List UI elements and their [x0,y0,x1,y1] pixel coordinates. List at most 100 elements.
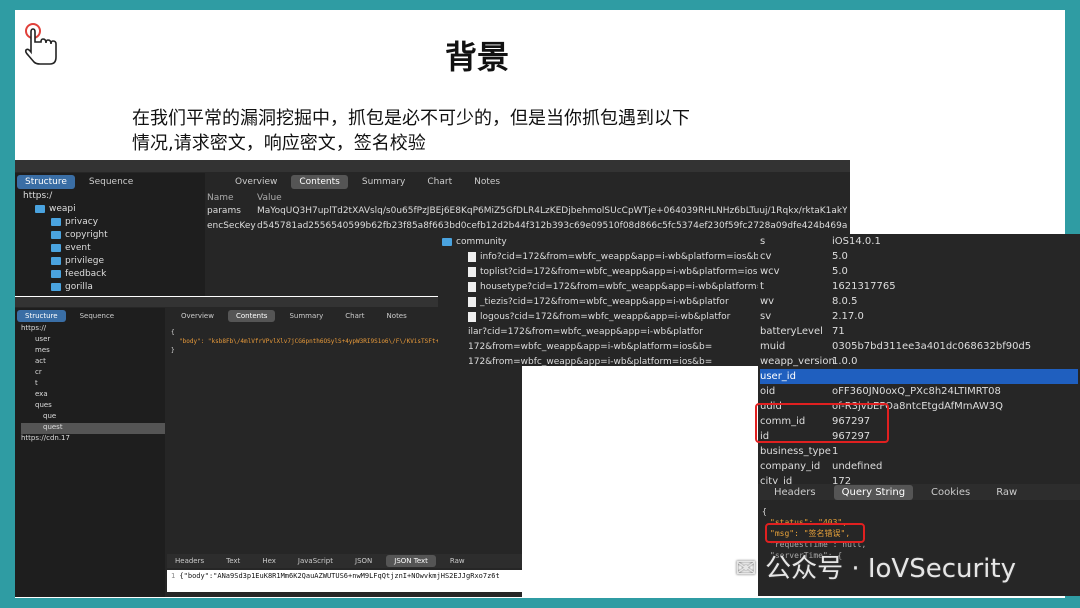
col-value-header: Value [257,193,282,203]
table-row[interactable]: muid 0305b7bd311ee3a401dc068632bf90d5 [760,339,1078,354]
highlight-box-msg [765,523,865,543]
toolbar [15,160,850,172]
table-row[interactable]: batteryLevel 71 [760,324,1078,339]
list-item[interactable]: _tiezis?cid=172&from=wbfc_weapp&app=i-wb… [468,295,793,310]
tree-item[interactable]: privilege [23,256,205,269]
tab-chart[interactable]: Chart [419,175,460,189]
tab-overview[interactable]: Overview [227,175,285,189]
table-row[interactable]: weapp_version 1.0.0 [760,354,1078,369]
bottom-tabbar: Headers Text Hex JavaScript JSON JSON Te… [167,554,522,568]
table-row[interactable]: t 1621317765 [760,279,1078,294]
tab-sequence[interactable]: Sequence [72,310,123,322]
folder-icon [51,269,61,278]
table-row[interactable]: params MaYoqUQ3H7uplTd2tXAVslq/s0u65fPzJB… [207,203,850,218]
detail-tabbar: Headers Query String Cookies Raw [758,484,1080,500]
tree-weapi[interactable]: weapi [23,204,205,217]
slide-title: 背景 [445,38,510,76]
file-icon [468,311,476,322]
tree-item-selected[interactable]: quest [21,423,165,434]
list-item[interactable]: toplist?cid=172&from=wbfc_weapp&app=i-wb… [468,265,793,280]
tab-json[interactable]: JSON [347,555,380,567]
tab-cookies[interactable]: Cookies [923,485,978,500]
tree-item[interactable]: feedback [23,269,205,282]
table-row[interactable]: cv 5.0 [760,249,1078,264]
slide-description: 在我们平常的漏洞挖掘中，抓包是必不可少的，但是当你抓包遇到以下情况,请求密文，响… [132,106,692,156]
json-brace: { [762,507,767,516]
screenshot-community-list: community info?cid=172&from=wbfc_weapp&a… [438,234,793,367]
tree-item[interactable]: cr [21,368,165,379]
tab-javascript[interactable]: JavaScript [290,555,341,567]
folder-icon [51,217,61,226]
structure-panel: Structure Sequence https:/ weapi privacy… [15,173,205,296]
tab-contents[interactable]: Contents [291,175,348,189]
tree-item[interactable]: que [21,412,165,423]
tree-item[interactable]: user [21,335,165,346]
tab-raw[interactable]: Raw [988,485,1025,500]
watermark: ✉ 公众号 · IoVSecurity [735,554,1016,584]
tab-sequence[interactable]: Sequence [81,175,141,189]
description-text: 在我们平常的漏洞挖掘中，抓包是必不可少的，但是当你抓包遇到以下情况,请求密文，响… [132,108,690,154]
folder-icon [51,282,61,291]
tree-item[interactable]: event [23,243,205,256]
params-table: s iOS14.0.1 cv 5.0 wcv 5.0 t 1621317765 wv 8.… [758,234,1080,489]
tab-headers[interactable]: Headers [766,485,824,500]
tree-host[interactable]: https:/ [23,191,205,204]
table-row[interactable]: wv 8.0.5 [760,294,1078,309]
tab-summary[interactable]: Summary [354,175,414,189]
tree-item[interactable]: act [21,357,165,368]
file-icon [468,266,476,277]
tree-item[interactable]: copyright [23,230,205,243]
tree-item[interactable]: privacy [23,217,205,230]
folder-icon [442,237,452,246]
tab-json-text[interactable]: JSON Text [386,555,436,567]
tab-text[interactable]: Text [218,555,248,567]
tree-host[interactable]: https://cdn.17 [21,434,165,445]
tab-hex[interactable]: Hex [254,555,284,567]
tree-item[interactable]: gorilla [23,282,205,295]
tab-raw[interactable]: Raw [442,555,473,567]
tab-structure[interactable]: Structure [17,175,75,189]
tree-item[interactable]: ques [21,401,165,412]
folder-icon [35,204,45,213]
tree-item[interactable]: exa [21,390,165,401]
table-row[interactable]: company_id undefined [760,459,1078,474]
tab-notes[interactable]: Notes [466,175,508,189]
table-row-selected[interactable]: user_id [760,369,1078,384]
table-row[interactable]: business_type 1 [760,444,1078,459]
col-name-header: Name [207,193,234,203]
tab-query-string[interactable]: Query String [833,484,914,500]
hand-pointer-icon [24,23,57,65]
file-icon [468,251,476,262]
tab-notes[interactable]: Notes [379,310,415,322]
json-key: "body": [179,338,205,345]
list-item[interactable]: ilar?cid=172&from=wbfc_weapp&app=i-wb&pl… [468,325,793,340]
tab-chart[interactable]: Chart [337,310,372,322]
structure-panel: Structure Sequence https:// user mes act… [15,308,165,597]
table-row[interactable]: oid oFF360JN0oxQ_PXc8h24LTIMRT08 [760,384,1078,399]
tab-structure[interactable]: Structure [17,310,66,322]
table-row[interactable]: wcv 5.0 [760,264,1078,279]
list-item[interactable]: housetype?cid=172&from=wbfc_weapp&app=i-… [468,280,793,295]
raw-body-line[interactable]: 1 {"body":"ANa9Sd3p1EuK8R1Mm6K2QauAZWUTU… [167,570,522,592]
table-row[interactable]: sv 2.17.0 [760,309,1078,324]
tab-summary[interactable]: Summary [281,310,331,322]
wechat-icon: ✉ [735,554,757,584]
table-row[interactable]: encSecKey d545781ad2556540599b62fb23f85a8… [207,218,850,233]
table-row[interactable]: s iOS14.0.1 [760,234,1078,249]
tree-host[interactable]: https:// [21,324,165,335]
file-list: info?cid=172&from=wbfc_weapp&app=i-wb&pl… [438,250,793,370]
list-item[interactable]: 172&from=wbfc_weapp&app=i-wb&platform=io… [468,355,793,370]
tree-item[interactable]: t [21,379,165,390]
tab-overview[interactable]: Overview [173,310,222,322]
tab-headers[interactable]: Headers [167,555,212,567]
highlight-box-ids [755,403,889,443]
tab-contents[interactable]: Contents [227,310,276,322]
list-item[interactable]: 172&from=wbfc_weapp&app=i-wb&platform=io… [468,340,793,355]
list-item[interactable]: info?cid=172&from=wbfc_weapp&app=i-wb&pl… [468,250,793,265]
folder-community[interactable]: community [438,234,793,250]
tree-item[interactable]: mes [21,346,165,357]
folder-icon [51,256,61,265]
folder-icon [51,243,61,252]
list-item[interactable]: logous?cid=172&from=wbfc_weapp&app=i-wb&… [468,310,793,325]
raw-body-text: {"body":"ANa9Sd3p1EuK8R1Mm6K2QauAZWUTUS6… [179,572,500,580]
